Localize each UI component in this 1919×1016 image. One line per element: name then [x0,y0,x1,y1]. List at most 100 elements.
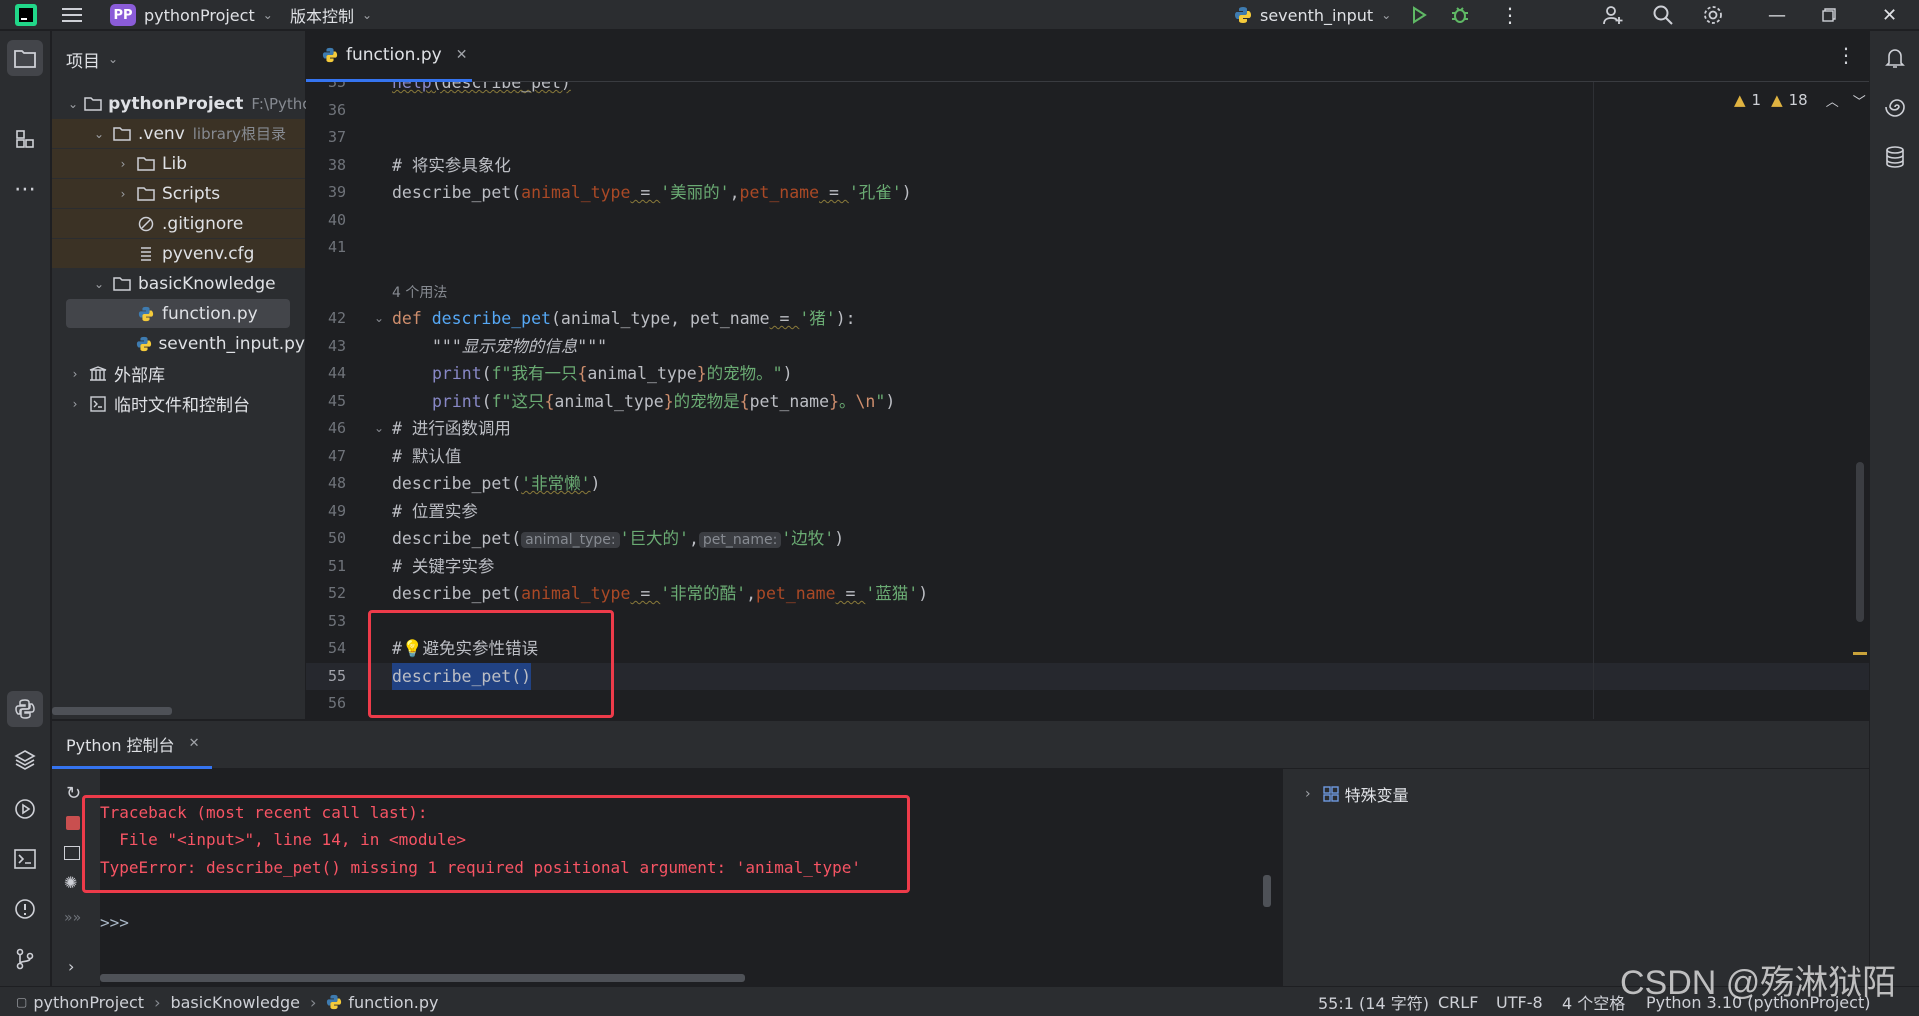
code-line: 51 # 关键字实参 [327,556,495,576]
stop-icon[interactable] [66,816,80,830]
close-tab-icon[interactable]: ✕ [189,736,200,751]
gear-icon [1704,6,1722,24]
run-config-label: seventh_input [1260,5,1374,25]
editor-tab-bar: function.py ✕ ⋮ [306,31,1869,82]
tree-item-venv[interactable]: ⌄ .venv library根目录 [52,119,305,148]
tab-options-icon[interactable]: ⋮ [1836,43,1856,67]
search-button[interactable] [1652,0,1674,30]
layers-tool-button[interactable] [7,741,43,777]
tree-item-pythonproject[interactable]: ⌄ pythonProject F:\Pytho [52,89,311,118]
project-switcher[interactable]: PP pythonProject ⌄ [110,0,273,30]
code-line: 38 # 将实参具象化 [327,155,511,175]
console-tab-label: Python 控制台 [66,735,175,755]
chevron-down-icon: ⌄ [362,8,373,22]
database-button[interactable] [1877,139,1913,175]
tree-item-label: seventh_input.py [158,333,305,354]
chevron-right-icon[interactable]: › [116,187,130,201]
minimize-button[interactable]: — [1768,0,1786,30]
chevron-down-icon: ⌄ [108,52,119,66]
main-menu-button[interactable] [62,0,82,30]
breadcrumb-item[interactable]: function.py [348,993,438,1012]
code-line: 41 [327,238,346,256]
project-horizontal-scrollbar[interactable] [52,707,172,715]
caret-position[interactable]: 55:1 (14 字符) [1318,987,1429,1016]
close-window-button[interactable]: ✕ [1882,0,1897,30]
breadcrumb-item[interactable]: pythonProject [33,993,144,1012]
restore-button[interactable] [1822,0,1836,30]
editor-vertical-scrollbar[interactable] [1856,462,1864,622]
tree-item-pyvenv-cfg[interactable]: pyvenv.cfg [52,239,305,268]
more-actions-icon[interactable]: ⋮ [1500,0,1520,30]
breadcrumb-item[interactable]: basicKnowledge [170,993,300,1012]
vcs-menu[interactable]: 版本控制 ⌄ [290,0,372,30]
fold-icon[interactable]: ⌄ [374,305,384,333]
python-console-tool-button[interactable] [7,691,43,727]
chevron-right-icon[interactable]: › [116,157,130,171]
tree-item-basicknowledge[interactable]: ⌄ basicKnowledge [52,269,305,298]
git-tool-button[interactable] [7,941,43,977]
chevron-right-icon[interactable]: › [68,397,82,411]
run-config-selector[interactable]: seventh_input ⌄ [1234,0,1391,30]
tree-item-scratches[interactable]: › 临时文件和控制台 [52,389,305,418]
play-circle-icon [15,799,35,819]
bug-icon [1452,7,1468,23]
tree-item-label: Lib [162,153,187,174]
folder-icon [136,186,156,201]
console-vertical-scrollbar[interactable] [1263,875,1271,907]
chevron-right-icon: › [309,992,317,1012]
tree-item-scripts[interactable]: › Scripts [52,179,305,208]
rerun-icon[interactable]: ↻ [66,783,81,804]
structure-tool-button[interactable] [7,121,43,157]
tab-function-py[interactable]: function.py ✕ [306,31,472,82]
line-separator[interactable]: CRLF [1438,987,1478,1016]
console-horizontal-scrollbar[interactable] [100,974,745,982]
services-tool-button[interactable] [7,791,43,827]
code-line: 52 describe_pet(animal_type = '非常的酷',pet_… [327,584,929,603]
more-tools-icon[interactable]: ⋯ [7,171,43,207]
app-logo-icon[interactable] [14,0,38,30]
tree-item-label: function.py [162,303,258,324]
debug-button[interactable] [1450,0,1470,30]
param-hint-pet-name: pet_name: [698,532,782,548]
terminal-tool-button[interactable] [7,841,43,877]
special-variables-node[interactable]: › 特殊变量 [1305,781,1409,807]
chevron-right-icon[interactable]: › [1305,786,1311,802]
notifications-button[interactable] [1877,40,1913,76]
usages-hint[interactable]: 4 个用法 [392,282,447,302]
tree-item-seventh-input-py[interactable]: seventh_input.py [52,329,305,358]
tree-item-gitignore[interactable]: .gitignore [52,209,305,238]
branch-icon [16,948,34,970]
chevron-right-icon[interactable]: › [68,367,82,381]
problems-tool-button[interactable] [7,891,43,927]
project-tool-button[interactable] [7,40,43,76]
chevron-down-icon[interactable]: ⌄ [92,127,106,141]
settings-button[interactable] [1702,0,1724,30]
console-view-icon[interactable] [64,846,80,860]
python-icon [1235,7,1251,23]
tab-python-console[interactable]: Python 控制台 ✕ [52,721,212,769]
run-button[interactable] [1410,0,1428,30]
chevron-right-icon[interactable]: › [68,957,74,976]
code-line: 47 # 默认值 [327,446,462,466]
close-tab-icon[interactable]: ✕ [456,47,468,63]
add-user-button[interactable] [1602,0,1624,30]
chevron-down-icon[interactable]: ⌄ [92,277,106,291]
highlight-box-code [368,610,614,718]
file-encoding[interactable]: UTF-8 [1496,987,1543,1016]
tree-item-lib[interactable]: › Lib [52,149,305,178]
tree-item-function-py[interactable]: function.py [66,299,290,328]
project-panel-header[interactable]: 项目 ⌄ [52,31,305,87]
code-line: 50 describe_pet(animal_type: '巨大的', pet_nam… [327,529,845,548]
right-tool-strip [1869,31,1919,986]
code-line: 42 ⌄ def describe_pet(animal_type, pet_nam… [306,305,1869,333]
indent-setting[interactable]: 4 个空格 [1562,987,1625,1016]
chevron-down-icon[interactable]: ⌄ [68,97,78,111]
tree-item-external-libraries[interactable]: › 外部库 [52,359,305,388]
console-prompt[interactable]: >>> [100,913,129,932]
debug-console-icon[interactable]: ✺ [64,873,77,892]
ai-assistant-button[interactable] [1877,89,1913,125]
title-bar: PP pythonProject ⌄ 版本控制 ⌄ seventh_input … [0,0,1919,30]
history-icon[interactable]: »» [64,910,81,926]
fold-icon[interactable]: ⌄ [374,415,384,443]
code-line: 48 describe_pet('非常懒') [327,474,601,493]
